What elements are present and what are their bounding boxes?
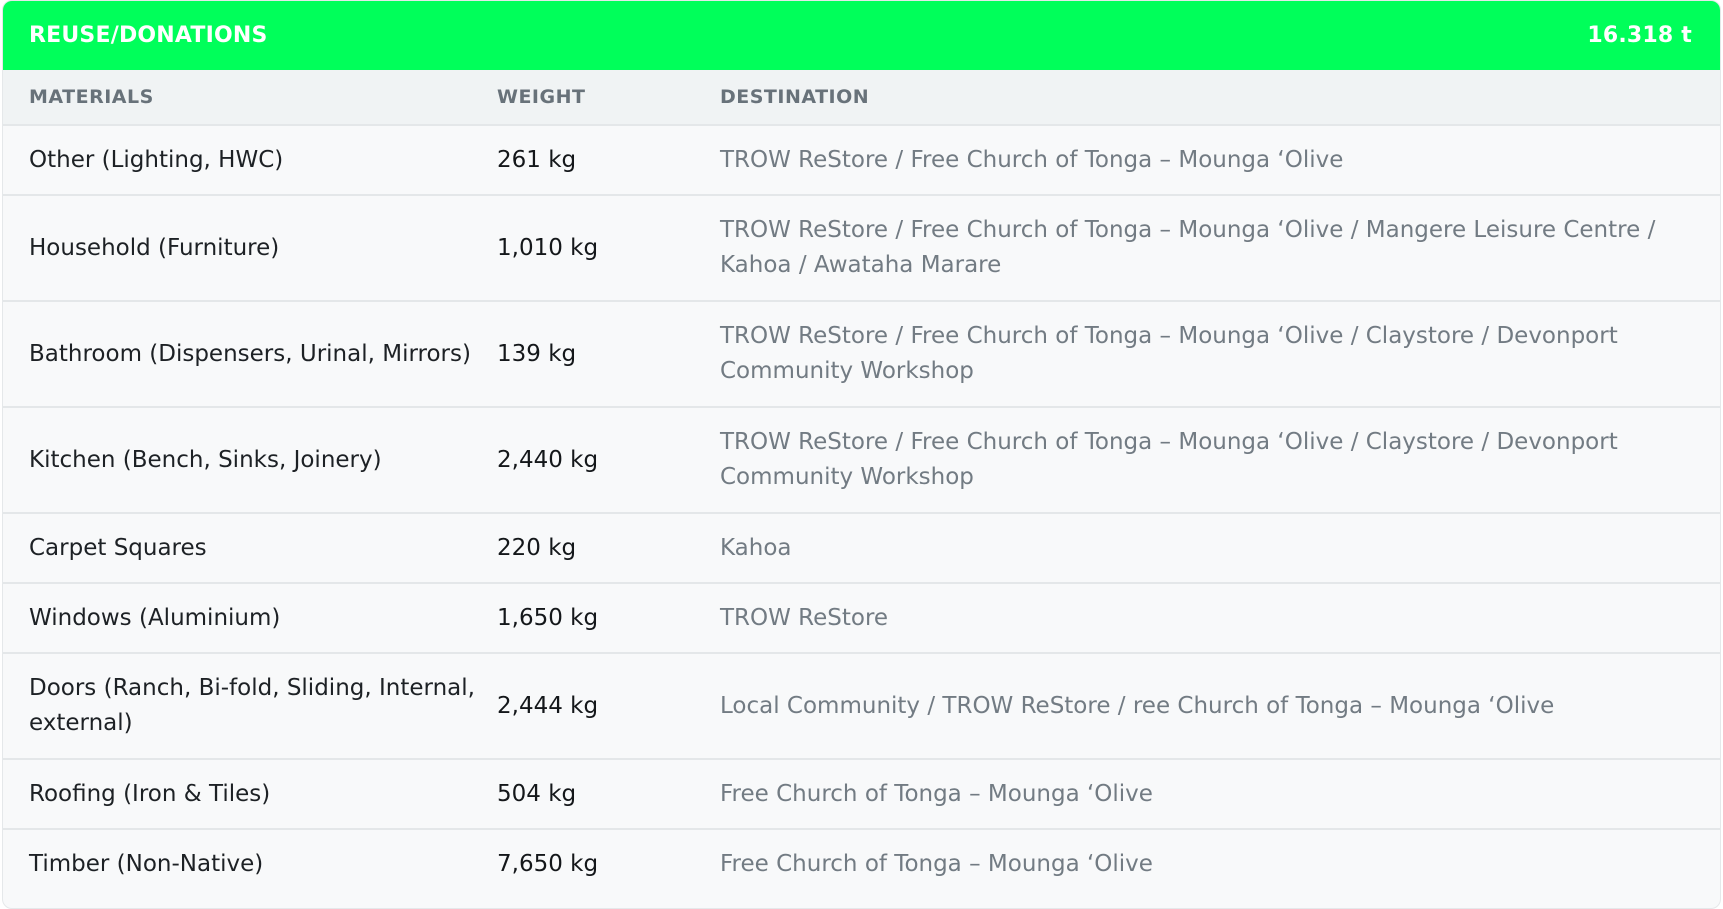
panel-title: REUSE/DONATIONS xyxy=(29,23,268,48)
material-cell: Other (Lighting, HWC) xyxy=(29,146,284,173)
table-row: Carpet Squares 220 kg Kahoa xyxy=(3,513,1720,583)
material-cell: Carpet Squares xyxy=(29,534,207,561)
material-cell: Kitchen (Bench, Sinks, Joinery) xyxy=(29,446,382,473)
table-row: Windows (Aluminium) 1,650 kg TROW ReStor… xyxy=(3,583,1720,653)
table-row: Roofing (Iron & Tiles) 504 kg Free Churc… xyxy=(3,759,1720,829)
table-row: Timber (Non-Native) 7,650 kg Free Church… xyxy=(3,829,1720,899)
weight-cell: 7,650 kg xyxy=(497,851,599,877)
table-row: Other (Lighting, HWC) 261 kg TROW ReStor… xyxy=(3,125,1720,195)
weight-cell: 504 kg xyxy=(497,780,577,807)
destination-cell: Free Church of Tonga – Mounga ‘Olive xyxy=(720,780,1153,807)
table-row: Kitchen (Bench, Sinks, Joinery) 2,440 kg… xyxy=(3,407,1720,513)
material-cell: Timber (Non-Native) xyxy=(29,851,264,877)
reuse-donations-panel: REUSE/DONATIONS 16.318 t MATERIALS WEIGH… xyxy=(2,0,1721,909)
table-row: Household (Furniture) 1,010 kg TROW ReSt… xyxy=(3,195,1720,301)
destination-cell: Free Church of Tonga – Mounga ‘Olive xyxy=(720,851,1153,877)
table-header-row: MATERIALS WEIGHT DESTINATION xyxy=(3,70,1720,125)
destination-cell: TROW ReStore / Free Church of Tonga – Mo… xyxy=(720,429,1618,490)
table-row: Doors (Ranch, Bi-fold, Sliding, Internal… xyxy=(3,653,1720,759)
column-header-weight: WEIGHT xyxy=(497,86,586,108)
destination-cell: Kahoa xyxy=(720,534,792,561)
destination-cell: Local Community / TROW ReStore / ree Chu… xyxy=(720,692,1555,719)
destination-cell: TROW ReStore / Free Church of Tonga – Mo… xyxy=(720,146,1344,173)
material-cell: Windows (Aluminium) xyxy=(29,604,281,631)
column-header-destination: DESTINATION xyxy=(720,86,870,108)
column-header-materials: MATERIALS xyxy=(29,86,154,108)
materials-table: MATERIALS WEIGHT DESTINATION Other (Ligh… xyxy=(3,70,1720,899)
destination-cell: TROW ReStore / Free Church of Tonga – Mo… xyxy=(720,217,1656,278)
total-weight: 16.318 t xyxy=(1587,23,1692,48)
table-row: Bathroom (Dispensers, Urinal, Mirrors) 1… xyxy=(3,301,1720,407)
destination-cell: TROW ReStore / Free Church of Tonga – Mo… xyxy=(720,323,1618,384)
weight-cell: 139 kg xyxy=(497,340,577,367)
material-cell: Bathroom (Dispensers, Urinal, Mirrors) xyxy=(29,340,471,367)
destination-cell: TROW ReStore xyxy=(720,604,889,631)
panel-header: REUSE/DONATIONS 16.318 t xyxy=(3,1,1720,70)
weight-cell: 1,010 kg xyxy=(497,234,599,261)
material-cell: Household (Furniture) xyxy=(29,234,280,261)
weight-cell: 1,650 kg xyxy=(497,604,599,631)
weight-cell: 261 kg xyxy=(497,146,577,173)
weight-cell: 220 kg xyxy=(497,534,577,561)
weight-cell: 2,440 kg xyxy=(497,446,599,473)
material-cell: Roofing (Iron & Tiles) xyxy=(29,780,271,807)
weight-cell: 2,444 kg xyxy=(497,692,599,719)
material-cell: Doors (Ranch, Bi-fold, Sliding, Internal… xyxy=(29,675,475,736)
